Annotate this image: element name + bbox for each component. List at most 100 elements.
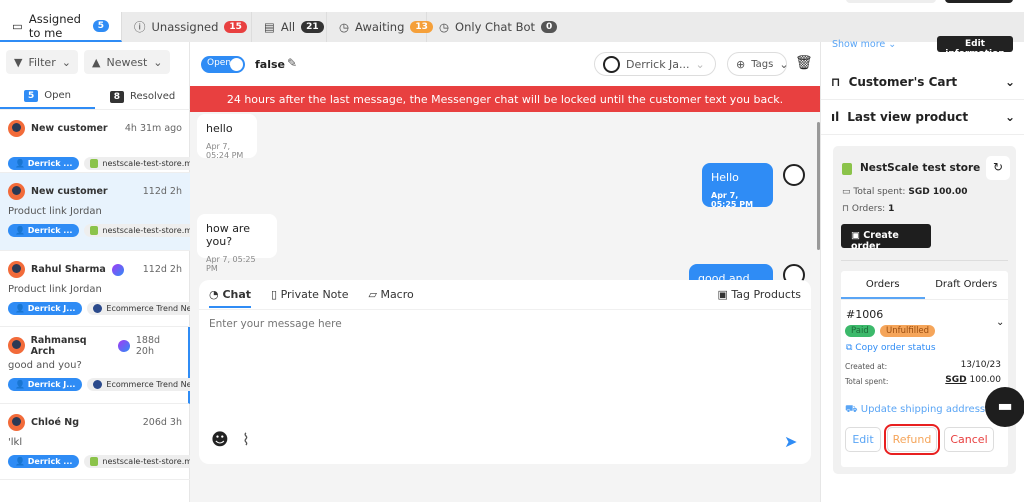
- chevron-down-icon: ⌄: [1004, 110, 1015, 124]
- send-icon[interactable]: ➤: [784, 432, 797, 451]
- conversation-item[interactable]: New customer 4h 31m ago 👤 Derrick ... nests…: [0, 110, 210, 173]
- agent-chip: 👤 Derrick ...: [8, 157, 80, 170]
- subtab-resolved[interactable]: 8 Resolved: [95, 84, 190, 109]
- shopify-icon: [842, 163, 852, 175]
- subtab-open[interactable]: 5 Open: [0, 84, 95, 109]
- order-id: #1006: [846, 308, 884, 321]
- alert-icon: ⓘ: [134, 20, 146, 34]
- chat-icon: ▭: [12, 19, 23, 33]
- facebook-icon: [93, 380, 103, 389]
- last-view-product-section[interactable]: ıl Last view product ⌄: [821, 100, 1024, 135]
- tab-assigned-to-me[interactable]: ▭ Assigned to me 5: [0, 12, 122, 42]
- avatar: [8, 183, 25, 200]
- chat-widget-icon[interactable]: ▬: [985, 387, 1024, 427]
- bot-avatar-icon: [783, 164, 805, 186]
- tab-orders[interactable]: Orders: [841, 271, 925, 299]
- assignee-dropdown[interactable]: Derrick Ja... ⌄: [594, 52, 716, 76]
- message-preview: Product link Jordan: [8, 206, 102, 217]
- messenger-lock-banner: 24 hours after the last message, the Mes…: [190, 86, 820, 112]
- trash-icon[interactable]: 🗑: [795, 55, 813, 71]
- chevron-down-icon[interactable]: ⌄: [996, 317, 1004, 328]
- agent-chip: 👤 Derrick ...: [8, 224, 80, 237]
- sort-icon: ▲: [92, 55, 101, 69]
- tab-awaiting[interactable]: ◷ Awaiting 13: [327, 12, 433, 42]
- store-card: NestScale test store ↻ ▭ Total spent: SG…: [833, 146, 1016, 474]
- shopify-icon: [90, 159, 99, 168]
- tab-draft-orders[interactable]: Draft Orders: [925, 271, 1009, 299]
- tab-all[interactable]: ▤ All 21: [252, 12, 327, 42]
- conversation-item[interactable]: Rahmansq Arch 188d 20h good and you? 👤 Derr…: [0, 327, 206, 404]
- copy-order-status-link[interactable]: ⧉ Copy order status: [846, 343, 936, 353]
- bag-icon: ⊓: [831, 75, 841, 89]
- bot-avatar-icon: [603, 55, 620, 73]
- count-badge: 0: [541, 21, 558, 33]
- edit-information-button[interactable]: Edit information: [937, 36, 1013, 59]
- avatar: [8, 261, 25, 278]
- paid-badge: Paid: [845, 325, 875, 337]
- conversation-item[interactable]: Rahul Sharma 112d 2h Product link Jordan 👤 …: [0, 251, 210, 327]
- chevron-down-icon: ⌄: [61, 55, 71, 69]
- customers-cart-section[interactable]: ⊓ Customer's Cart ⌄: [821, 65, 1024, 100]
- refund-button[interactable]: Refund: [884, 424, 940, 455]
- emoji-icon[interactable]: ☻: [211, 430, 229, 450]
- show-more-link[interactable]: Show more ⌄: [832, 39, 896, 50]
- edit-button[interactable]: Edit: [845, 427, 881, 452]
- customer-panel: Show more ⌄ Edit information ⊓ Customer's…: [820, 12, 1024, 502]
- status-toggle[interactable]: Open: [201, 56, 245, 73]
- chevron-down-icon: ⌄: [695, 57, 705, 71]
- refresh-icon[interactable]: ↻: [986, 156, 1010, 180]
- count-badge: 21: [301, 21, 324, 33]
- message-incoming: hello Apr 7, 05:24 PM: [197, 114, 257, 160]
- count-badge: 5: [92, 20, 109, 32]
- shopify-icon: [90, 457, 99, 466]
- clock-icon: ◷: [339, 20, 350, 34]
- attachment-icon[interactable]: ⌇: [242, 430, 250, 449]
- store-name: NestScale test store: [860, 162, 981, 174]
- chevron-down-icon: ⌄: [1004, 75, 1015, 89]
- chat-panel: Open false ✎ Derrick Ja... ⌄ ⊕ Tags ⌄ 🗑 24 …: [190, 42, 820, 502]
- unfulfilled-badge: Unfulfilled: [880, 325, 936, 337]
- agent-chip: 👤 Derrick J...: [8, 378, 83, 391]
- message-preview: good and you?: [8, 360, 82, 371]
- filter-icon: ▼: [14, 55, 23, 69]
- message-preview: Product link Jordan: [8, 284, 102, 295]
- message-preview: 'lkl: [8, 437, 23, 448]
- count-badge: 15: [224, 21, 247, 33]
- bar-chart-icon: ıl: [831, 110, 840, 124]
- conversation-item[interactable]: New customer 112d 2h Product link Jordan 👤 …: [0, 173, 210, 251]
- tab-chat[interactable]: ◔ Chat: [209, 288, 252, 308]
- avatar: [8, 337, 25, 354]
- avatar: [8, 120, 25, 137]
- edit-icon[interactable]: ✎: [287, 56, 297, 70]
- tab-private-note[interactable]: ▯ Private Note: [271, 288, 348, 301]
- message-input[interactable]: [209, 318, 799, 418]
- message-incoming: how are you? Apr 7, 05:25 PM: [197, 214, 277, 273]
- sort-dropdown[interactable]: ▲ Newest ⌄: [84, 50, 170, 74]
- tab-unassigned[interactable]: ⓘ Unassigned 15: [122, 12, 252, 42]
- tags-dropdown[interactable]: ⊕ Tags ⌄: [727, 52, 789, 76]
- created-date: 13/10/23: [960, 360, 1001, 370]
- filter-dropdown[interactable]: ▼ Filter ⌄: [6, 50, 78, 74]
- agent-chip: 👤 Derrick ...: [8, 455, 80, 468]
- message-outgoing: Hello Apr 7, 05:25 PM: [702, 163, 773, 209]
- update-shipping-link[interactable]: ⛟ Update shipping address: [845, 404, 985, 417]
- agent-chip: 👤 Derrick J...: [8, 302, 83, 315]
- messenger-icon: [111, 263, 124, 276]
- messenger-icon: [118, 339, 130, 352]
- top-button-dark[interactable]: [945, 0, 1013, 3]
- chevron-down-icon: ⌄: [779, 57, 789, 71]
- tab-only-chat-bot[interactable]: ◷ Only Chat Bot 0: [427, 12, 569, 42]
- tag-products-button[interactable]: ▣ Tag Products: [717, 288, 801, 301]
- cancel-button[interactable]: Cancel: [944, 427, 994, 452]
- avatar: [8, 414, 25, 431]
- clock-icon: ◷: [439, 20, 450, 34]
- channel-chip: Ecommerce Trend Ne...: [87, 378, 206, 391]
- tab-macro[interactable]: ▱ Macro: [368, 288, 413, 301]
- top-button[interactable]: [846, 0, 936, 3]
- shopify-icon: [90, 226, 99, 235]
- orders-card: Orders Draft Orders #1006 ⌄ Paid Unfulfi…: [841, 271, 1008, 467]
- list-icon: ▤: [264, 20, 275, 34]
- conversation-item[interactable]: Chloé Ng 206d 3h'lkl 👤 Derrick ... nestscal…: [0, 404, 210, 480]
- create-order-button[interactable]: ▣ Create order: [841, 224, 931, 252]
- conversation-title: false: [255, 58, 285, 71]
